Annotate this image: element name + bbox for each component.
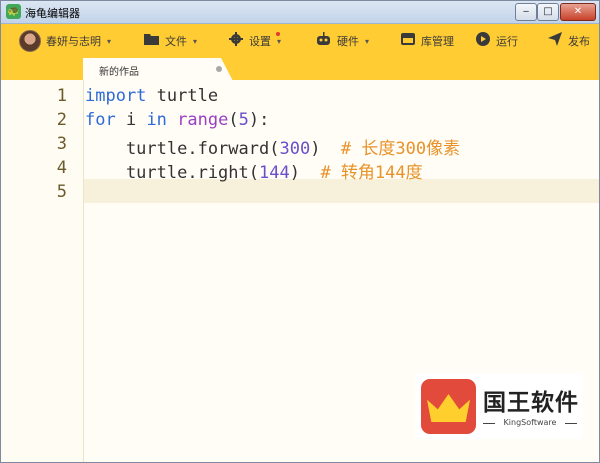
code-line[interactable]: for i in range(5): bbox=[85, 110, 269, 130]
code-line[interactable]: turtle.right(144) # 转角144度 bbox=[85, 158, 423, 183]
play-icon bbox=[476, 32, 490, 50]
tab-label: 新的作品 bbox=[99, 67, 139, 78]
watermark: 国王软件 KingSoftware bbox=[415, 373, 583, 439]
settings-menu[interactable]: 设置 ▾ bbox=[229, 24, 281, 58]
file-menu[interactable]: 文件 ▾ bbox=[144, 24, 197, 58]
library-label: 库管理 bbox=[421, 35, 454, 48]
line-number: 2 bbox=[56, 110, 67, 130]
unsaved-dot-icon[interactable] bbox=[216, 66, 222, 72]
minimize-button[interactable]: ‒ bbox=[515, 3, 537, 21]
line-number: 5 bbox=[56, 182, 67, 202]
title-bar[interactable]: 🐢 海龟编辑器 ‒ □ ✕ bbox=[1, 1, 599, 24]
send-icon bbox=[548, 32, 562, 50]
watermark-name: 国王软件 bbox=[483, 390, 579, 416]
line-number-gutter: 1 2 3 4 5 bbox=[1, 80, 84, 462]
publish-menu[interactable]: 发布 bbox=[548, 24, 590, 58]
line-number: 1 bbox=[56, 86, 67, 106]
editor-window: 🐢 海龟编辑器 ‒ □ ✕ 春妍与志明 ▾ 文件 ▾ 设置 ▾ 硬件 ▾ 库管理… bbox=[0, 0, 600, 463]
toolbar: 春妍与志明 ▾ 文件 ▾ 设置 ▾ 硬件 ▾ 库管理 运行 发布 bbox=[1, 24, 599, 58]
window-title: 海龟编辑器 bbox=[25, 7, 80, 20]
tab-strip: 新的作品 bbox=[1, 58, 599, 81]
close-button[interactable]: ✕ bbox=[560, 3, 596, 21]
package-icon bbox=[401, 33, 415, 49]
library-button[interactable]: 库管理 bbox=[401, 24, 454, 58]
user-name: 春妍与志明 bbox=[46, 35, 101, 48]
chevron-down-icon: ▾ bbox=[365, 36, 370, 46]
publish-label: 发布 bbox=[568, 35, 590, 48]
run-button[interactable]: 运行 bbox=[476, 24, 518, 58]
avatar bbox=[19, 30, 41, 52]
code-line[interactable]: import turtle bbox=[85, 86, 218, 106]
gear-icon bbox=[229, 32, 243, 50]
user-menu[interactable]: 春妍与志明 ▾ bbox=[19, 24, 111, 58]
line-number: 4 bbox=[56, 158, 67, 178]
tab-new-work[interactable]: 新的作品 bbox=[83, 58, 233, 81]
chevron-down-icon: ▾ bbox=[277, 36, 282, 46]
chevron-down-icon: ▾ bbox=[193, 36, 198, 46]
watermark-sub: KingSoftware bbox=[483, 418, 577, 427]
notification-dot bbox=[276, 32, 280, 36]
robot-icon bbox=[316, 32, 331, 50]
run-label: 运行 bbox=[496, 35, 518, 48]
chevron-down-icon: ▾ bbox=[107, 36, 112, 46]
hardware-label: 硬件 bbox=[337, 35, 359, 48]
settings-label: 设置 bbox=[249, 35, 271, 48]
folder-icon bbox=[144, 33, 159, 49]
turtle-icon: 🐢 bbox=[6, 4, 21, 19]
crown-logo-icon bbox=[421, 379, 476, 434]
hardware-menu[interactable]: 硬件 ▾ bbox=[316, 24, 369, 58]
code-line[interactable]: turtle.forward(300) # 长度300像素 bbox=[85, 134, 460, 159]
crown-icon bbox=[427, 394, 470, 422]
maximize-button[interactable]: □ bbox=[537, 3, 559, 21]
file-label: 文件 bbox=[165, 35, 187, 48]
line-number: 3 bbox=[56, 134, 67, 154]
